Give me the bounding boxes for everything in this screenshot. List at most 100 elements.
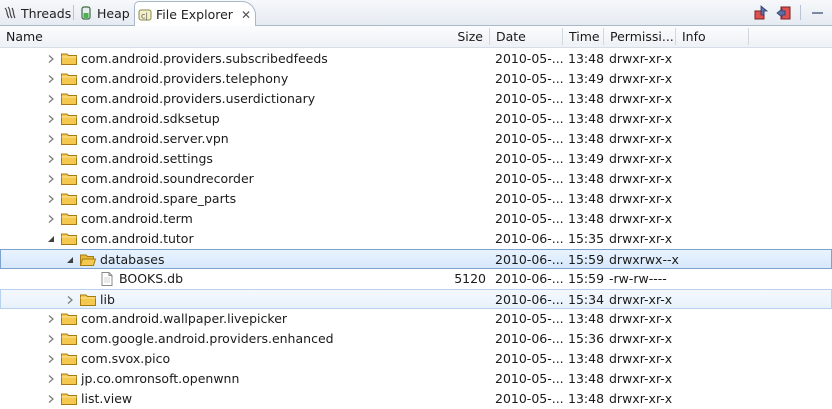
collapsed-arrow-icon[interactable]: [66, 296, 74, 304]
table-row[interactable]: lib 2010-06-... 15:34 drwxr-xr-x: [0, 289, 832, 309]
tab-threads[interactable]: Threads: [0, 1, 72, 25]
close-icon[interactable]: ✕: [241, 8, 251, 22]
pull-file-icon[interactable]: [752, 4, 770, 22]
file-time: 13:48: [568, 371, 605, 386]
file-size: [406, 129, 486, 149]
file-time: 13:48: [568, 211, 605, 226]
folder-icon: [61, 352, 77, 366]
table-row[interactable]: com.android.settings 2010-05-... 13:49 drwx…: [0, 149, 832, 169]
expanded-arrow-icon[interactable]: [66, 256, 74, 264]
collapsed-arrow-icon[interactable]: [47, 155, 55, 163]
file-permissions: drwxr-xr-x: [609, 191, 673, 206]
file-date: 2010-06-...: [495, 292, 563, 307]
expanded-arrow-icon[interactable]: [47, 235, 55, 243]
folder-icon: [61, 212, 77, 226]
folder-icon: [61, 372, 77, 386]
file-time: 15:59: [568, 271, 605, 286]
column-header-time[interactable]: Time: [563, 26, 603, 47]
table-row[interactable]: com.android.tutor 2010-06-... 15:35 drwxr-x…: [0, 229, 832, 249]
tab-heap[interactable]: Heap: [76, 1, 132, 25]
collapsed-arrow-icon[interactable]: [47, 195, 55, 203]
tab-file-explorer[interactable]: c| File Explorer ✕: [134, 1, 256, 27]
collapsed-arrow-icon[interactable]: [47, 95, 55, 103]
heap-icon: [79, 6, 93, 20]
file-permissions: drwxr-xr-x: [609, 371, 673, 386]
table-row[interactable]: databases 2010-06-... 15:59 drwxrwx--x: [0, 249, 832, 269]
column-header-size[interactable]: Size: [420, 26, 489, 47]
folder-icon: [61, 152, 77, 166]
table-row[interactable]: jp.co.omronsoft.openwnn 2010-05-... 13:48 d…: [0, 369, 832, 389]
file-size: [406, 169, 486, 189]
table-row[interactable]: com.android.server.vpn 2010-05-... 13:48 dr…: [0, 129, 832, 149]
view-tab-bar: Threads Heap c| File Explorer ✕: [0, 0, 832, 27]
file-time: 13:49: [568, 151, 605, 166]
file-time: 13:48: [568, 171, 605, 186]
file-date: 2010-05-...: [495, 311, 563, 326]
file-time: 13:48: [568, 311, 605, 326]
file-permissions: drwxr-xr-x: [609, 171, 673, 186]
folder-icon: [61, 172, 77, 186]
file-permissions: -rw-rw----: [609, 271, 667, 286]
file-date: 2010-05-...: [495, 211, 563, 226]
table-row[interactable]: com.android.providers.subscribedfeeds 201…: [0, 49, 832, 69]
folder-icon: [61, 52, 77, 66]
folder-icon: [61, 132, 77, 146]
collapsed-arrow-icon[interactable]: [47, 215, 55, 223]
file-permissions: drwxr-xr-x: [609, 331, 673, 346]
table-row[interactable]: com.android.providers.telephony 2010-05-.…: [0, 69, 832, 89]
folder-icon: [61, 332, 77, 346]
table-row[interactable]: com.android.wallpaper.livepicker 2010-05-…: [0, 309, 832, 329]
collapsed-arrow-icon[interactable]: [47, 355, 55, 363]
file-date: 2010-05-...: [495, 131, 563, 146]
file-date: 2010-05-...: [495, 151, 563, 166]
collapsed-arrow-icon[interactable]: [47, 115, 55, 123]
column-header-permissions[interactable]: Permissi...: [604, 26, 675, 47]
table-row[interactable]: com.android.providers.userdictionary 2010…: [0, 89, 832, 109]
table-row[interactable]: BOOKS.db 5120 2010-06-... 15:59 -rw-rw----: [0, 269, 832, 289]
folder-icon: [61, 312, 77, 326]
file-date: 2010-06-...: [495, 331, 563, 346]
tab-label: Heap: [97, 5, 130, 21]
folder-icon: [61, 92, 77, 106]
collapsed-arrow-icon[interactable]: [47, 315, 55, 323]
file-time: 13:49: [568, 71, 605, 86]
collapsed-arrow-icon[interactable]: [47, 375, 55, 383]
file-time: 15:35: [568, 231, 605, 246]
file-size: [406, 250, 486, 270]
file-date: 2010-05-...: [495, 111, 563, 126]
file-time: 13:48: [568, 391, 605, 406]
collapsed-arrow-icon[interactable]: [47, 55, 55, 63]
tab-label: Threads: [21, 5, 72, 21]
folder-icon: [61, 192, 77, 206]
column-header-name[interactable]: Name: [0, 26, 420, 47]
collapsed-arrow-icon[interactable]: [47, 395, 55, 403]
table-row[interactable]: com.svox.pico 2010-05-... 13:48 drwxr-xr-x: [0, 349, 832, 369]
column-divider[interactable]: [748, 28, 749, 45]
tab-separator: [73, 5, 74, 20]
table-row[interactable]: com.android.soundrecorder 2010-05-... 13:4…: [0, 169, 832, 189]
file-permissions: drwxr-xr-x: [609, 211, 673, 226]
collapsed-arrow-icon[interactable]: [47, 75, 55, 83]
collapsed-arrow-icon[interactable]: [47, 175, 55, 183]
view-menu-icon[interactable]: [812, 12, 823, 14]
collapsed-arrow-icon[interactable]: [47, 135, 55, 143]
file-permissions: drwxr-xr-x: [609, 231, 673, 246]
file-size: [406, 69, 486, 89]
svg-text:c|: c|: [141, 11, 148, 20]
table-row[interactable]: com.android.term 2010-05-... 13:48 drwxr-xr…: [0, 209, 832, 229]
file-size: [406, 329, 486, 349]
file-permissions: drwxr-xr-x: [609, 292, 673, 307]
table-row[interactable]: com.android.sdksetup 2010-05-... 13:48 drwx…: [0, 109, 832, 129]
collapsed-arrow-icon[interactable]: [47, 335, 55, 343]
table-row[interactable]: com.android.spare_parts 2010-05-... 13:48 d…: [0, 189, 832, 209]
file-date: 2010-05-...: [495, 371, 563, 386]
file-permissions: drwxr-xr-x: [609, 91, 673, 106]
file-icon: [99, 272, 115, 286]
table-row[interactable]: list.view 2010-05-... 13:48 drwxr-xr-x: [0, 389, 832, 409]
table-row[interactable]: com.google.android.providers.enhanced 201…: [0, 329, 832, 349]
push-file-icon[interactable]: [775, 4, 793, 22]
column-header-date[interactable]: Date: [490, 26, 562, 47]
column-header-info[interactable]: Info: [676, 26, 748, 47]
file-size: [406, 89, 486, 109]
tab-label: File Explorer: [156, 7, 233, 22]
